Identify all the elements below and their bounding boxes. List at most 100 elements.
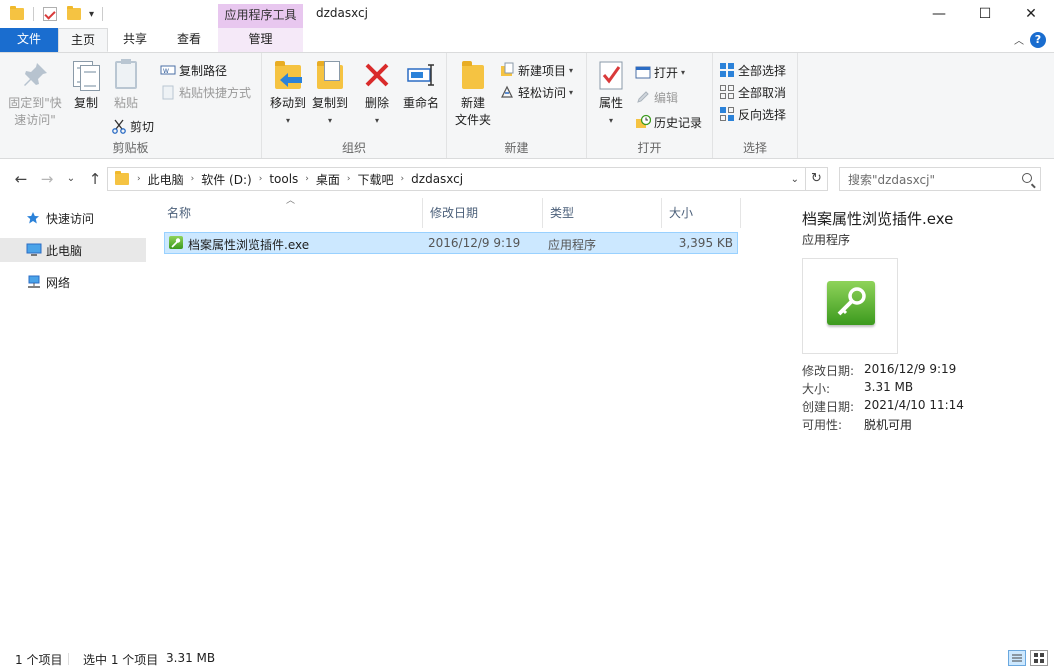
nav-label-this-pc: 此电脑 bbox=[46, 242, 82, 259]
new-folder-label-line1: 新建 bbox=[453, 95, 493, 112]
chevron-right-icon[interactable]: › bbox=[344, 174, 354, 184]
delete-label: 删除 bbox=[360, 95, 394, 112]
paste-shortcut-button[interactable]: 粘贴快捷方式 bbox=[160, 82, 251, 102]
recent-locations-icon[interactable]: ⌄ bbox=[62, 170, 80, 188]
address-dropdown-icon[interactable]: ⌄ bbox=[791, 174, 799, 185]
close-button[interactable]: ✕ bbox=[1008, 0, 1054, 28]
copy-path-button[interactable]: W 复制路径 bbox=[160, 60, 227, 80]
search-icon[interactable] bbox=[1022, 173, 1032, 183]
rename-button[interactable]: 重命名 bbox=[400, 59, 442, 112]
chevron-right-icon[interactable]: › bbox=[256, 174, 266, 184]
divider bbox=[33, 7, 34, 21]
table-row[interactable]: 档案属性浏览插件.exe 2016/12/9 9:19 应用程序 3,395 K… bbox=[164, 232, 738, 254]
breadcrumb-desktop[interactable]: 桌面 bbox=[312, 171, 344, 188]
large-icons-view-icon[interactable] bbox=[1030, 650, 1048, 666]
new-item-button[interactable]: 新建项目 ▾ bbox=[499, 60, 573, 80]
navigation-pane: 快速访问 此电脑 网络 bbox=[0, 198, 148, 646]
up-arrow-icon[interactable]: ↑ bbox=[86, 170, 104, 188]
delete-button[interactable]: 删除 ▾ bbox=[360, 59, 394, 129]
group-label-select: 选择 bbox=[713, 139, 797, 156]
group-label-clipboard: 剪贴板 bbox=[0, 139, 261, 156]
group-organize: 移动到 ▾ 复制到 ▾ 删除 ▾ 重命名 组织 bbox=[262, 53, 447, 158]
refresh-icon[interactable]: ↻ bbox=[806, 167, 828, 191]
address-bar[interactable]: › 此电脑 › 软件 (D:) › tools › 桌面 › 下载吧 › dzd… bbox=[107, 167, 806, 191]
nav-item-this-pc[interactable]: 此电脑 bbox=[0, 238, 146, 262]
properties-quick-icon[interactable] bbox=[43, 7, 57, 21]
tab-share[interactable]: 共享 bbox=[110, 28, 160, 52]
copy-button[interactable]: 复制 bbox=[68, 59, 104, 112]
nav-item-quick-access[interactable]: 快速访问 bbox=[0, 206, 146, 230]
prop-label-size: 大小: bbox=[802, 380, 830, 397]
search-box[interactable]: 搜索"dzdasxcj" bbox=[839, 167, 1041, 191]
edit-button[interactable]: 编辑 bbox=[635, 87, 678, 107]
nav-label-quick-access: 快速访问 bbox=[46, 210, 94, 227]
breadcrumb-downloads[interactable]: 下载吧 bbox=[354, 171, 398, 188]
select-none-button[interactable]: 全部取消 bbox=[719, 82, 786, 102]
forward-arrow-icon[interactable]: → bbox=[38, 170, 56, 188]
breadcrumb-current[interactable]: dzdasxcj bbox=[407, 172, 467, 186]
tab-view[interactable]: 查看 bbox=[164, 28, 214, 52]
chevron-right-icon[interactable]: › bbox=[188, 174, 198, 184]
group-select: 全部选择 全部取消 反向选择 选择 bbox=[713, 53, 798, 158]
breadcrumb-this-pc[interactable]: 此电脑 bbox=[144, 171, 188, 188]
details-subtitle: 应用程序 bbox=[802, 231, 850, 248]
ribbon-tabs: 文件 主页 共享 查看 管理 ︿ ? bbox=[0, 28, 1054, 52]
pin-quick-access-button[interactable]: 固定到"快 速访问" bbox=[6, 59, 64, 129]
prop-label-availability: 可用性: bbox=[802, 416, 842, 433]
invert-selection-button[interactable]: 反向选择 bbox=[719, 104, 786, 124]
help-icon[interactable]: ? bbox=[1030, 32, 1046, 48]
address-folder-icon bbox=[115, 173, 129, 185]
move-to-button[interactable]: 移动到 ▾ bbox=[266, 59, 310, 129]
customize-toolbar-icon[interactable]: ▾ bbox=[89, 9, 94, 20]
details-view-icon[interactable] bbox=[1008, 650, 1026, 666]
collapse-ribbon-icon[interactable]: ︿ bbox=[1014, 32, 1024, 47]
copy-path-label: 复制路径 bbox=[179, 62, 227, 79]
breadcrumb-tools[interactable]: tools bbox=[265, 172, 302, 186]
context-tab-app-tools[interactable]: 应用程序工具 bbox=[218, 4, 303, 28]
nav-item-network[interactable]: 网络 bbox=[0, 270, 146, 294]
minimize-button[interactable]: — bbox=[916, 0, 962, 28]
paste-button[interactable]: 粘贴 bbox=[108, 59, 144, 112]
chevron-right-icon[interactable]: › bbox=[134, 174, 144, 184]
column-header-size[interactable]: 大小 bbox=[662, 198, 741, 228]
new-folder-button[interactable]: 新建 文件夹 bbox=[453, 59, 493, 129]
column-header-name[interactable]: ︿ 名称 bbox=[160, 198, 423, 228]
rename-label: 重命名 bbox=[400, 95, 442, 112]
new-item-dropdown-icon: ▾ bbox=[569, 66, 573, 75]
select-none-icon bbox=[719, 84, 735, 100]
copy-to-label: 复制到 bbox=[308, 95, 352, 112]
copy-icon bbox=[70, 59, 102, 91]
properties-button[interactable]: 属性 ▾ bbox=[593, 59, 629, 129]
history-button[interactable]: 历史记录 bbox=[635, 112, 702, 132]
back-arrow-icon[interactable]: ← bbox=[12, 170, 30, 188]
new-folder-quick-icon[interactable] bbox=[67, 8, 81, 20]
chevron-right-icon[interactable]: › bbox=[398, 174, 408, 184]
window-title: dzdasxcj bbox=[316, 6, 368, 20]
open-button[interactable]: 打开 ▾ bbox=[635, 62, 685, 82]
tab-file[interactable]: 文件 bbox=[0, 28, 58, 52]
cut-button[interactable]: 剪切 bbox=[111, 116, 154, 136]
paste-shortcut-icon bbox=[160, 84, 176, 100]
easy-access-button[interactable]: 轻松访问 ▾ bbox=[499, 82, 573, 102]
details-pane: 档案属性浏览插件.exe 应用程序 修改日期: 2016/12/9 9:19 大… bbox=[790, 198, 1054, 646]
pin-label-line2: 速访问" bbox=[6, 112, 64, 129]
pin-icon bbox=[19, 59, 51, 91]
file-size: 3,395 KB bbox=[679, 236, 733, 250]
tab-home[interactable]: 主页 bbox=[58, 28, 108, 52]
exe-file-icon bbox=[169, 236, 183, 249]
chevron-right-icon[interactable]: › bbox=[302, 174, 312, 184]
column-header-type[interactable]: 类型 bbox=[543, 198, 662, 228]
select-all-button[interactable]: 全部选择 bbox=[719, 60, 786, 80]
breadcrumb-drive[interactable]: 软件 (D:) bbox=[197, 171, 255, 188]
column-header-date[interactable]: 修改日期 bbox=[423, 198, 543, 228]
open-dropdown-icon: ▾ bbox=[681, 68, 685, 77]
select-all-label: 全部选择 bbox=[738, 62, 786, 79]
cut-label: 剪切 bbox=[130, 118, 154, 135]
svg-text:W: W bbox=[163, 68, 169, 75]
tab-manage[interactable]: 管理 bbox=[218, 28, 303, 52]
new-folder-icon bbox=[457, 59, 489, 91]
copy-to-button[interactable]: 复制到 ▾ bbox=[308, 59, 352, 129]
maximize-button[interactable]: ☐ bbox=[962, 0, 1008, 28]
new-folder-label-line2: 文件夹 bbox=[453, 112, 493, 129]
file-thumbnail bbox=[802, 258, 898, 354]
